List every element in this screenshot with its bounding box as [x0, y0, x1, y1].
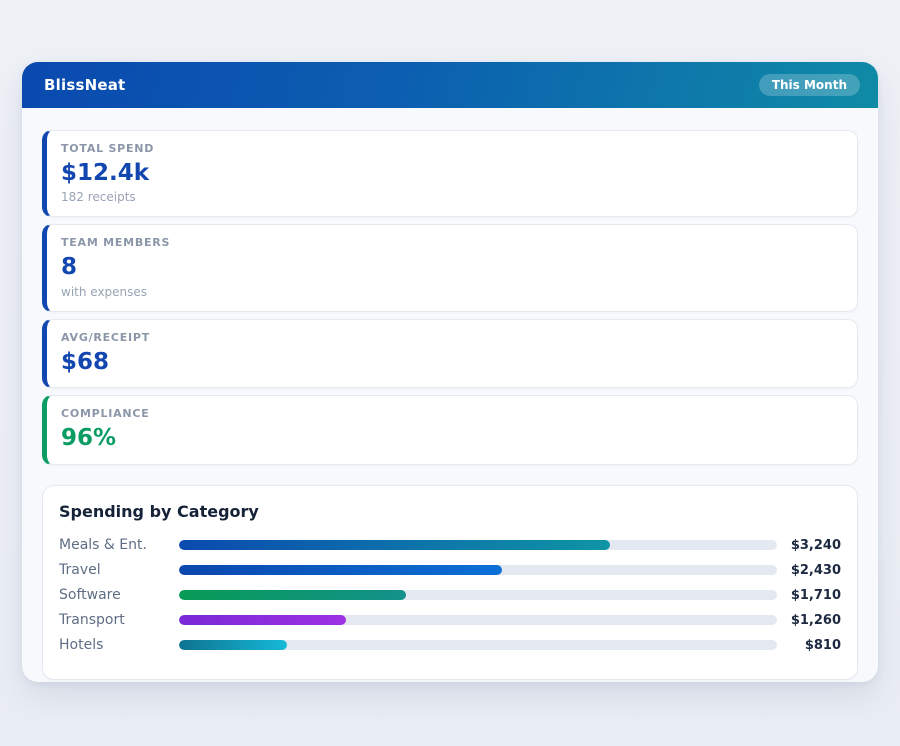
category-label: Transport — [59, 612, 179, 628]
bar-track — [179, 640, 777, 650]
content-area: TOTAL SPEND $12.4k 182 receipts TEAM MEM… — [22, 108, 878, 700]
chart-row-software: Software $1,710 — [59, 583, 841, 608]
app-header: BlissNeat This Month — [22, 62, 878, 108]
stat-card-avg-receipt: AVG/RECEIPT $68 — [42, 319, 858, 388]
chart-row-travel: Travel $2,430 — [59, 558, 841, 583]
category-label: Meals & Ent. — [59, 537, 179, 553]
bar-fill-meals — [179, 540, 610, 550]
bar-track — [179, 565, 777, 575]
stat-subtext: with expenses — [61, 285, 841, 299]
bar-fill-travel — [179, 565, 502, 575]
stat-value: 96% — [61, 425, 841, 451]
category-label: Travel — [59, 562, 179, 578]
stat-value: $68 — [61, 349, 841, 375]
stat-label: COMPLIANCE — [61, 407, 841, 420]
bar-fill-software — [179, 590, 406, 600]
chart-row-hotels: Hotels $810 — [59, 633, 841, 658]
stat-label: AVG/RECEIPT — [61, 331, 841, 344]
bar-fill-hotels — [179, 640, 287, 650]
period-badge[interactable]: This Month — [759, 74, 860, 96]
stat-value: 8 — [61, 254, 841, 280]
app-title: BlissNeat — [44, 76, 125, 94]
category-label: Software — [59, 587, 179, 603]
category-value: $1,260 — [777, 613, 841, 628]
category-label: Hotels — [59, 637, 179, 653]
category-value: $2,430 — [777, 563, 841, 578]
stat-label: TOTAL SPEND — [61, 142, 841, 155]
stat-label: TEAM MEMBERS — [61, 236, 841, 249]
chart-row-meals: Meals & Ent. $3,240 — [59, 533, 841, 558]
bar-track — [179, 590, 777, 600]
stat-card-total-spend: TOTAL SPEND $12.4k 182 receipts — [42, 130, 858, 217]
spending-by-category-chart: Spending by Category Meals & Ent. $3,240… — [42, 485, 858, 680]
bar-track — [179, 540, 777, 550]
category-value: $810 — [777, 638, 841, 653]
stat-value: $12.4k — [61, 160, 841, 186]
category-value: $1,710 — [777, 588, 841, 603]
stat-card-team-members: TEAM MEMBERS 8 with expenses — [42, 224, 858, 311]
stat-subtext: 182 receipts — [61, 190, 841, 204]
bar-fill-transport — [179, 615, 346, 625]
app-panel: BlissNeat This Month TOTAL SPEND $12.4k … — [22, 62, 878, 682]
bar-track — [179, 615, 777, 625]
stat-card-compliance: COMPLIANCE 96% — [42, 395, 858, 464]
category-value: $3,240 — [777, 538, 841, 553]
chart-title: Spending by Category — [59, 502, 841, 521]
chart-row-transport: Transport $1,260 — [59, 608, 841, 633]
